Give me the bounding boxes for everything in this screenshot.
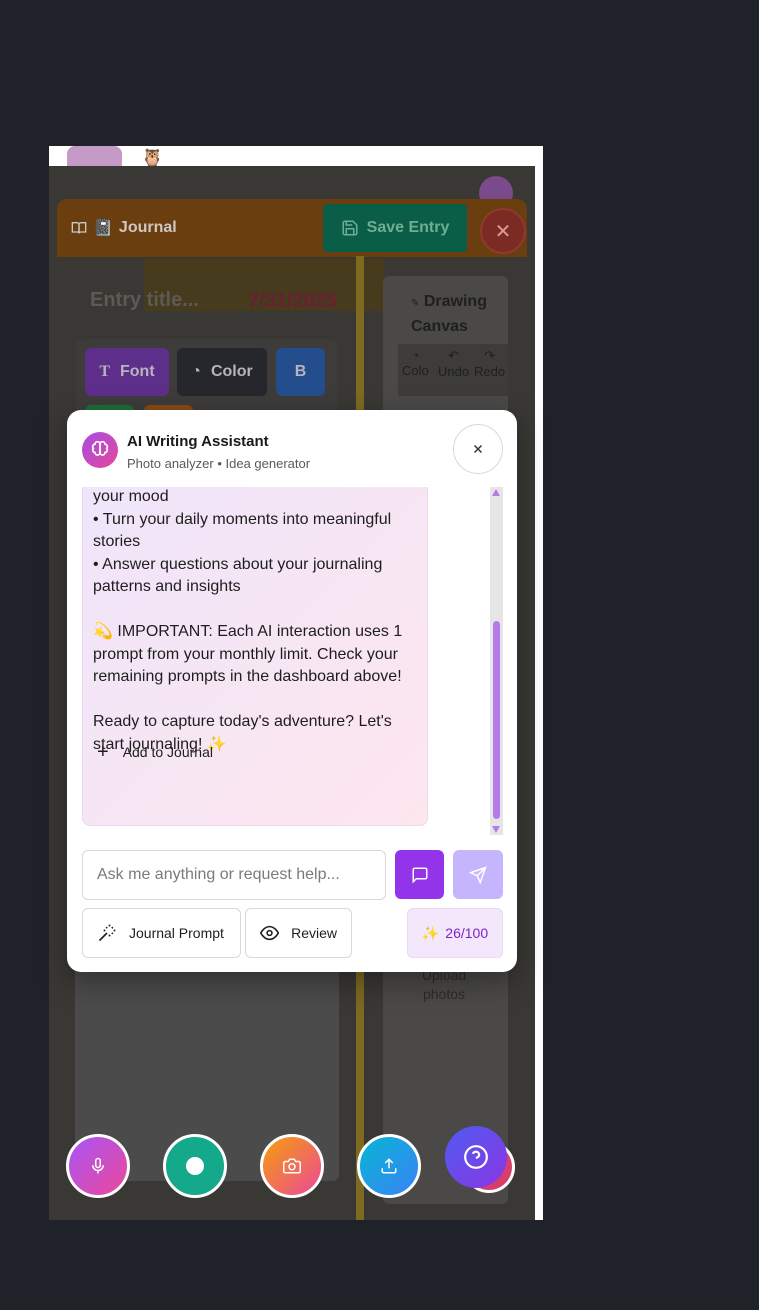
entry-title-placeholder[interactable]: Entry title... — [90, 289, 199, 312]
drawing-canvas-title: ✎ Drawing Canvas — [411, 290, 508, 338]
message-line — [93, 689, 417, 712]
drawing-redo-label: Redo — [474, 364, 506, 379]
color-label: Color — [210, 363, 253, 380]
help-button[interactable] — [445, 1126, 507, 1188]
quota-text: 26/100 — [445, 925, 489, 941]
message-scrollbar[interactable] — [490, 487, 503, 835]
review-button[interactable]: Review — [245, 908, 352, 958]
assistant-message: your mood • Turn your daily moments into… — [82, 487, 428, 826]
eye-icon — [260, 925, 280, 941]
drawing-tools: ◔ Colo ↶ Undo ↷ Redo — [398, 344, 508, 396]
add-to-journal-button[interactable]: + Add to Journal — [97, 741, 213, 764]
ai-assistant-dialog: AI Writing Assistant Photo analyzer • Id… — [67, 410, 517, 972]
dialog-title: AI Writing Assistant — [127, 433, 269, 450]
message-line: • Turn your daily moments into meaningfu… — [93, 510, 392, 551]
brain-icon — [91, 440, 109, 456]
message-line: your mood — [93, 488, 169, 505]
review-label: Review — [291, 925, 337, 941]
sparkle-icon: ✨ — [421, 924, 440, 941]
message-scroll-area[interactable]: your mood • Turn your daily moments into… — [67, 487, 517, 835]
font-button[interactable]: T Font — [85, 348, 169, 396]
scrollbar-thumb[interactable] — [493, 621, 500, 819]
entry-date: 7/31/2025 — [248, 290, 337, 312]
record-dot-icon — [186, 1157, 204, 1175]
voice-record-button[interactable] — [66, 1134, 130, 1198]
drawing-color-label: Colo — [402, 363, 429, 378]
dialog-close-button[interactable] — [453, 424, 503, 474]
font-label: Font — [120, 363, 155, 380]
chat-mode-button[interactable] — [395, 850, 444, 899]
message-line — [93, 599, 417, 622]
dialog-subtitle: Photo analyzer • Idea generator — [127, 456, 311, 471]
close-icon — [473, 444, 483, 454]
scroll-up-arrow-icon[interactable] — [492, 489, 500, 496]
message-line: 💫 IMPORTANT: Each AI interaction uses 1 … — [93, 623, 403, 685]
save-entry-label: Save Entry — [366, 219, 450, 236]
upload-icon — [381, 1158, 397, 1174]
drawing-undo-tool[interactable]: ↶ Undo — [438, 348, 469, 379]
book-icon — [71, 222, 87, 234]
send-icon — [469, 865, 487, 884]
magic-wand-icon — [98, 924, 116, 942]
drawing-title-text: Drawing Canvas — [411, 293, 487, 335]
add-to-journal-label: Add to Journal — [122, 744, 213, 760]
journal-title: 📓 Journal — [71, 218, 177, 238]
camera-icon — [283, 1158, 301, 1174]
pencil-icon: ✎ — [411, 298, 420, 309]
prompt-quota-badge: ✨ 26/100 — [407, 908, 503, 958]
question-icon — [464, 1145, 488, 1169]
font-icon: T — [99, 363, 110, 380]
journal-title-text: Journal — [118, 219, 177, 236]
drawing-redo-tool[interactable]: ↷ Redo — [474, 348, 505, 379]
close-icon: ✕ — [494, 220, 512, 243]
upload-button[interactable] — [357, 1134, 421, 1198]
journal-prompt-button[interactable]: Journal Prompt — [82, 908, 241, 958]
plus-icon: + — [97, 741, 109, 763]
microphone-icon — [92, 1157, 104, 1174]
journal-prompt-label: Journal Prompt — [129, 925, 224, 941]
notebook-icon: 📓 — [93, 220, 113, 237]
message-line: • Answer questions about your journaling… — [93, 555, 383, 596]
drawing-color-tool[interactable]: ◔ Colo — [402, 348, 429, 378]
journal-header: 📓 Journal Save Entry ✕ — [57, 199, 527, 257]
drawing-undo-label: Undo — [438, 364, 470, 379]
bold-label: B — [294, 363, 307, 380]
palette-icon: ◔ — [191, 363, 201, 380]
chat-input[interactable] — [82, 850, 386, 900]
record-button[interactable] — [163, 1134, 227, 1198]
scroll-down-arrow-icon[interactable] — [492, 826, 500, 833]
save-entry-button[interactable]: Save Entry — [323, 204, 467, 252]
close-journal-button[interactable]: ✕ — [480, 208, 526, 254]
bold-button[interactable]: B — [276, 348, 325, 396]
ai-brain-avatar — [82, 432, 118, 468]
message-square-icon — [412, 867, 427, 884]
color-button[interactable]: ◔ Color — [177, 348, 267, 396]
camera-button[interactable] — [260, 1134, 324, 1198]
save-icon — [342, 220, 358, 236]
send-button[interactable] — [453, 850, 503, 899]
